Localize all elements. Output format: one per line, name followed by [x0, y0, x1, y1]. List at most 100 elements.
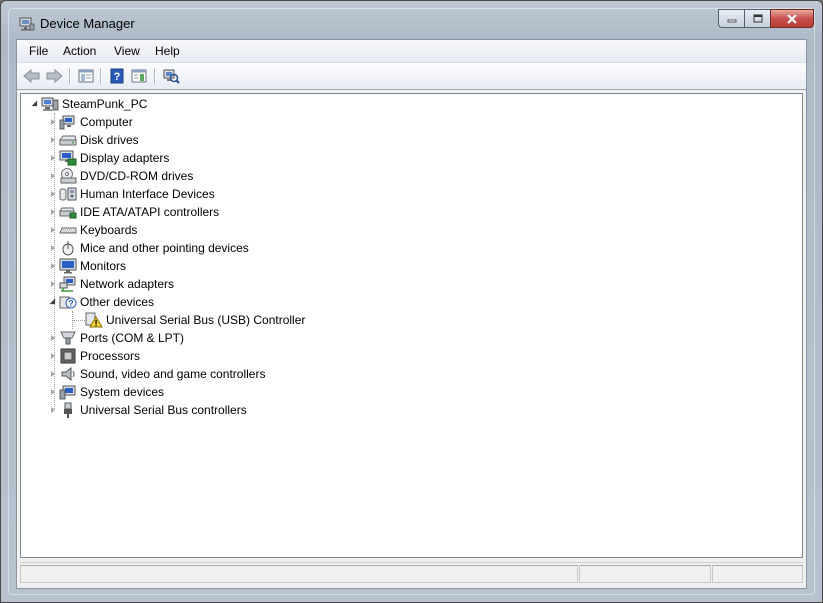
- expand-toggle[interactable]: [48, 190, 57, 199]
- close-icon: [787, 13, 797, 24]
- scan-hardware-icon: [163, 69, 180, 84]
- window-title: Device Manager: [40, 16, 135, 31]
- tree-item-processors[interactable]: Processors: [48, 347, 140, 365]
- menu-help[interactable]: Help: [155, 44, 180, 58]
- tree-item-keyboards[interactable]: Keyboards: [48, 221, 137, 239]
- tree-item-label: Computer: [80, 115, 133, 129]
- dvd-drive-icon: [59, 168, 77, 184]
- tree-item-label: Universal Serial Bus controllers: [80, 403, 247, 417]
- show-hide-console-tree-icon: [78, 69, 94, 83]
- tree-item-label: Ports (COM & LPT): [80, 331, 185, 345]
- maximize-button[interactable]: [744, 9, 770, 28]
- forward-button[interactable]: [44, 67, 64, 85]
- help-button[interactable]: ?: [107, 67, 127, 85]
- tree-item-label: Keyboards: [80, 223, 138, 237]
- svg-text:?: ?: [68, 299, 74, 309]
- tree-item-label: IDE ATA/ATAPI controllers: [80, 205, 220, 219]
- tree-item-human-interface-devices[interactable]: Human Interface Devices: [48, 185, 215, 203]
- monitor-icon: [59, 258, 77, 274]
- tree-item-computer[interactable]: Computer: [48, 113, 133, 131]
- status-pane: [579, 565, 711, 583]
- tree-item-label: Sound, video and game controllers: [80, 367, 266, 381]
- maximize-icon: [753, 14, 762, 23]
- caption-buttons: [718, 9, 814, 28]
- properties-button[interactable]: [129, 67, 149, 85]
- tree-item-label: Monitors: [80, 259, 127, 273]
- tree-item-display-adapters[interactable]: Display adapters: [48, 149, 169, 167]
- tree-item-disk-drives[interactable]: Disk drives: [48, 131, 139, 149]
- expand-toggle[interactable]: [48, 262, 57, 271]
- collapse-toggle[interactable]: [30, 100, 40, 109]
- tree-item-label: Mice and other pointing devices: [80, 241, 249, 255]
- toolbar-separator: [154, 68, 156, 84]
- tree-root[interactable]: SteamPunk_PC: [30, 95, 147, 113]
- expand-toggle[interactable]: [48, 388, 57, 397]
- tree-item-label: Human Interface Devices: [80, 187, 215, 201]
- scan-hardware-button[interactable]: [161, 67, 181, 85]
- status-bar: [20, 562, 803, 585]
- tree-item-label: Processors: [80, 349, 141, 363]
- tree-item-ide-ata-atapi-controllers[interactable]: IDE ATA/ATAPI controllers: [48, 203, 219, 221]
- menu-action[interactable]: Action: [63, 44, 96, 58]
- tree-item-system-devices[interactable]: System devices: [48, 383, 164, 401]
- tree-item-other-devices[interactable]: ? Other devices: [48, 293, 154, 311]
- menu-view[interactable]: View: [114, 44, 140, 58]
- title-bar[interactable]: Device Manager: [9, 9, 814, 39]
- display-adapter-icon: [59, 150, 77, 166]
- tree-item-label: Other devices: [80, 295, 155, 309]
- svg-text:?: ?: [114, 71, 121, 83]
- tree-item-label: Display adapters: [80, 151, 170, 165]
- network-adapter-icon: [59, 276, 77, 292]
- expand-toggle[interactable]: [48, 244, 57, 253]
- help-icon: ?: [110, 68, 124, 84]
- unknown-device-icon: ?: [59, 294, 77, 310]
- expand-toggle[interactable]: [48, 370, 57, 379]
- back-button[interactable]: [22, 67, 42, 85]
- expand-toggle[interactable]: [48, 280, 57, 289]
- computer-icon: [59, 114, 77, 130]
- warning-device-icon: [85, 312, 103, 328]
- mouse-icon: [59, 240, 77, 256]
- expand-toggle[interactable]: [48, 172, 57, 181]
- collapse-toggle[interactable]: [48, 298, 58, 307]
- tree-item-monitors[interactable]: Monitors: [48, 257, 126, 275]
- show-hide-console-tree-button[interactable]: [76, 67, 96, 85]
- minimize-icon: [727, 19, 736, 22]
- tree-item-dvd-cdrom-drives[interactable]: DVD/CD-ROM drives: [48, 167, 193, 185]
- expand-toggle[interactable]: [48, 136, 57, 145]
- expand-toggle[interactable]: [48, 208, 57, 217]
- usb-icon: [59, 402, 77, 418]
- ide-controller-icon: [59, 204, 77, 220]
- tree-item-label: Disk drives: [80, 133, 139, 147]
- tree-item-sound-video-game-controllers[interactable]: Sound, video and game controllers: [48, 365, 265, 383]
- device-manager-window: Device Manager File Action View Help ? S…: [0, 0, 823, 603]
- expand-toggle[interactable]: [48, 352, 57, 361]
- expand-toggle[interactable]: [48, 154, 57, 163]
- tree-item-label: Universal Serial Bus (USB) Controller: [106, 313, 306, 327]
- system-device-icon: [59, 384, 77, 400]
- device-tree[interactable]: SteamPunk_PC Computer Disk drives Displa…: [20, 93, 803, 558]
- tree-item-mice-and-other-pointing-devices[interactable]: Mice and other pointing devices: [48, 239, 249, 257]
- menu-bar: File Action View Help: [17, 40, 806, 63]
- menu-file[interactable]: File: [29, 44, 48, 58]
- expand-toggle[interactable]: [48, 118, 57, 127]
- tree-root-label: SteamPunk_PC: [62, 97, 148, 111]
- minimize-button[interactable]: [718, 9, 744, 28]
- status-pane: [20, 565, 578, 583]
- computer-root-icon: [41, 96, 59, 112]
- tree-item-usb-controllers[interactable]: Universal Serial Bus controllers: [48, 401, 247, 419]
- processor-icon: [59, 348, 77, 364]
- close-button[interactable]: [770, 9, 814, 28]
- expand-toggle[interactable]: [48, 334, 57, 343]
- properties-icon: [131, 69, 147, 83]
- tree-item-network-adapters[interactable]: Network adapters: [48, 275, 174, 293]
- keyboard-icon: [59, 222, 77, 238]
- tree-item-ports[interactable]: Ports (COM & LPT): [48, 329, 184, 347]
- disk-drive-icon: [59, 132, 77, 148]
- expand-toggle[interactable]: [48, 226, 57, 235]
- tree-item-label: DVD/CD-ROM drives: [80, 169, 194, 183]
- hid-icon: [59, 186, 77, 202]
- tree-item-usb-controller[interactable]: Universal Serial Bus (USB) Controller: [85, 311, 305, 329]
- expand-toggle[interactable]: [48, 406, 57, 415]
- port-icon: [59, 330, 77, 346]
